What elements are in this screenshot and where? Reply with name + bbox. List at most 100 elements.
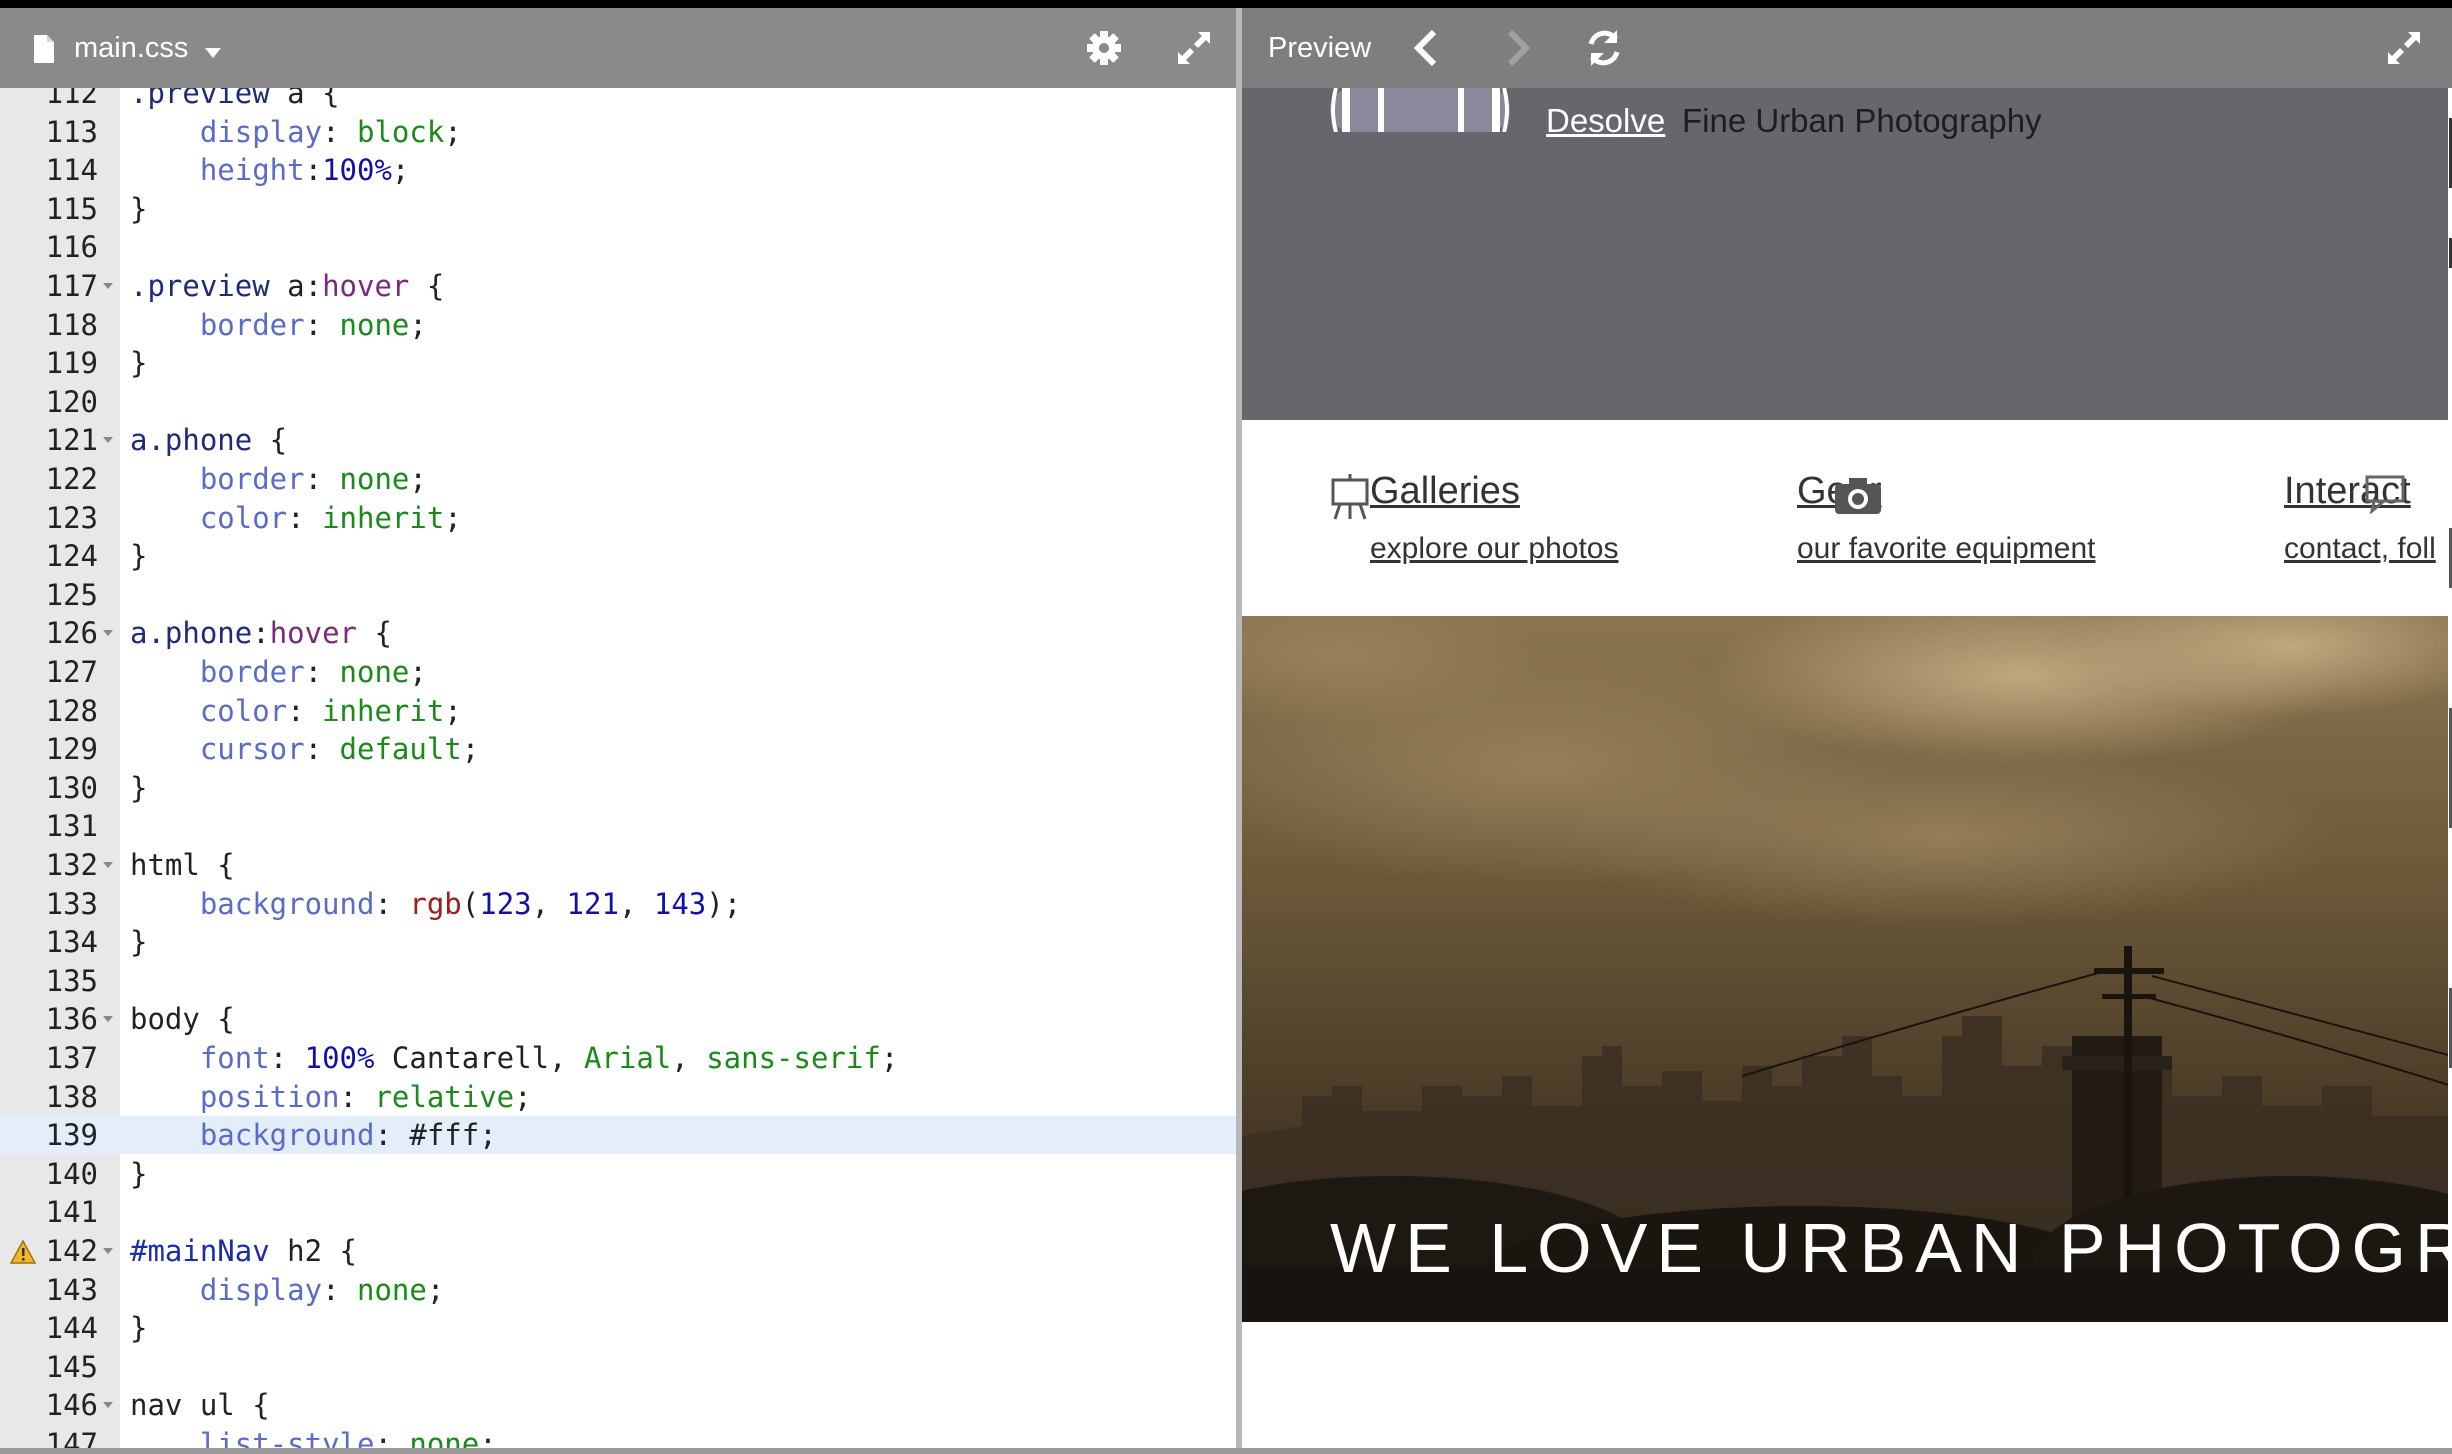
code-line[interactable]: 119}	[0, 344, 1236, 382]
easel-icon	[1331, 474, 1369, 520]
file-name-dropdown[interactable]: main.css	[74, 28, 188, 68]
code-line[interactable]: 114 height:100%;	[0, 151, 1236, 189]
logo	[1330, 88, 1510, 132]
line-number: 144	[45, 1311, 98, 1346]
code-line[interactable]: 141	[0, 1193, 1236, 1231]
hero-banner: WE LOVE URBAN PHOTOGR	[1242, 616, 2452, 1322]
line-number: 147	[45, 1427, 98, 1450]
code-line[interactable]: 133 background: rgb(123, 121, 143);	[0, 885, 1236, 923]
code-text: }	[130, 1311, 148, 1346]
chevron-left-icon[interactable]	[1406, 26, 1450, 70]
code-line[interactable]: 142 #mainNav h2 {	[0, 1232, 1236, 1270]
code-line[interactable]: 120	[0, 383, 1236, 421]
code-line[interactable]: 139 background: #fff;	[0, 1116, 1236, 1155]
code-line[interactable]: 123 color: inherit;	[0, 499, 1236, 537]
code-line[interactable]: 125	[0, 576, 1236, 614]
expand-icon[interactable]	[1172, 26, 1216, 70]
code-text: #mainNav h2 {	[130, 1234, 357, 1268]
code-line[interactable]: 117 .preview a:hover {	[0, 267, 1236, 305]
code-editor-pane: main.css 112 .preview a {113 display: blo…	[0, 8, 1236, 1450]
line-number: 126	[45, 616, 98, 651]
line-number: 118	[45, 307, 98, 342]
code-line[interactable]: 143 display: none;	[0, 1271, 1236, 1309]
line-number: 136	[45, 1002, 98, 1037]
code-line[interactable]: 118 border: none;	[0, 306, 1236, 344]
chevron-down-icon[interactable]	[205, 48, 221, 58]
nav-subtitle[interactable]: contact, foll	[2284, 532, 2436, 566]
fold-toggle-icon[interactable]	[103, 862, 113, 868]
code-line[interactable]: 112 .preview a {	[0, 88, 1236, 112]
code-line[interactable]: 128 color: inherit;	[0, 692, 1236, 730]
code-line[interactable]: 131	[0, 807, 1236, 845]
code-line[interactable]: 137 font: 100% Cantarell, Arial, sans-se…	[0, 1039, 1236, 1077]
code-line[interactable]: 132 html {	[0, 846, 1236, 884]
camera-icon	[1835, 478, 1881, 514]
code-text: color: inherit;	[199, 693, 462, 728]
line-number: 112	[45, 88, 98, 110]
line-number: 133	[45, 886, 98, 921]
brand-link[interactable]: Desolve	[1546, 102, 1665, 140]
line-number: 116	[45, 230, 98, 265]
code-line[interactable]: 116	[0, 228, 1236, 266]
code-line[interactable]: 130}	[0, 769, 1236, 807]
hero-headline: WE LOVE URBAN PHOTOGR	[1330, 1209, 2452, 1287]
fold-toggle-icon[interactable]	[103, 1248, 113, 1254]
code-text: a.phone:hover {	[130, 616, 392, 651]
line-number: 119	[45, 346, 98, 381]
fold-toggle-icon[interactable]	[103, 1016, 113, 1023]
line-number: 141	[45, 1195, 98, 1230]
code-line[interactable]: 127 border: none;	[0, 653, 1236, 691]
code-text: }	[130, 770, 148, 805]
code-line[interactable]: 135	[0, 962, 1236, 1000]
code-line[interactable]: 136 body {	[0, 1000, 1236, 1038]
fold-toggle-icon[interactable]	[103, 630, 113, 637]
code-line[interactable]: 124}	[0, 537, 1236, 575]
expand-icon[interactable]	[2382, 26, 2426, 70]
line-number: 140	[45, 1156, 98, 1191]
code-line[interactable]: 126 a.phone:hover {	[0, 614, 1236, 652]
code-text: border: none;	[199, 655, 427, 689]
code-line[interactable]: 113 display: block;	[0, 113, 1236, 151]
gear-icon[interactable]	[1082, 26, 1126, 70]
fold-toggle-icon[interactable]	[103, 1402, 113, 1409]
line-number: 128	[45, 693, 98, 728]
line-number: 132	[45, 848, 98, 882]
scrollbar[interactable]	[2444, 88, 2452, 1322]
chevron-right-icon[interactable]	[1494, 26, 1538, 70]
code-line[interactable]: 138 position: relative;	[0, 1078, 1236, 1116]
code-text: list-style: none;	[199, 1427, 497, 1450]
nav-subtitle[interactable]: our favorite equipment	[1797, 532, 2096, 566]
code-text: color: inherit;	[199, 500, 462, 535]
code-line[interactable]: 144}	[0, 1309, 1236, 1347]
chat-icon	[2365, 475, 2405, 514]
warning-icon[interactable]	[10, 1240, 36, 1264]
code-line[interactable]: 146 nav ul {	[0, 1386, 1236, 1424]
code-area[interactable]: 112 .preview a {113 display: block; 114 he…	[0, 88, 1236, 1450]
code-text: height:100%;	[199, 153, 410, 188]
line-number: 146	[45, 1388, 98, 1423]
refresh-icon[interactable]	[1582, 26, 1626, 70]
code-line[interactable]: 121 a.phone {	[0, 421, 1236, 459]
code-text: a.phone {	[130, 423, 288, 458]
editor-toolbar: main.css	[0, 8, 1236, 88]
code-text: display: none;	[199, 1272, 445, 1307]
code-line[interactable]: 134}	[0, 923, 1236, 961]
code-text: cursor: default;	[199, 732, 480, 767]
code-text: font: 100% Cantarell, Arial, sans-serif;	[199, 1041, 899, 1075]
line-number: 143	[45, 1272, 98, 1307]
code-text: }	[130, 539, 148, 574]
code-line[interactable]: 147 list-style: none;	[0, 1425, 1236, 1450]
nav-title[interactable]: Galleries	[1370, 470, 1520, 513]
code-line[interactable]: 140}	[0, 1155, 1236, 1193]
line-number: 122	[45, 462, 98, 496]
nav-subtitle[interactable]: explore our photos	[1370, 532, 1619, 566]
fold-toggle-icon[interactable]	[103, 437, 113, 444]
site-tagline: Fine Urban Photography	[1682, 102, 2042, 139]
line-number: 117	[45, 269, 98, 303]
code-line[interactable]: 145	[0, 1348, 1236, 1386]
code-line[interactable]: 115}	[0, 190, 1236, 228]
code-line[interactable]: 122 border: none;	[0, 460, 1236, 498]
preview-pane: Preview Desolve Fine Urban Photography G…	[1242, 8, 2452, 1450]
fold-toggle-icon[interactable]	[103, 283, 113, 289]
code-line[interactable]: 129 cursor: default;	[0, 730, 1236, 768]
